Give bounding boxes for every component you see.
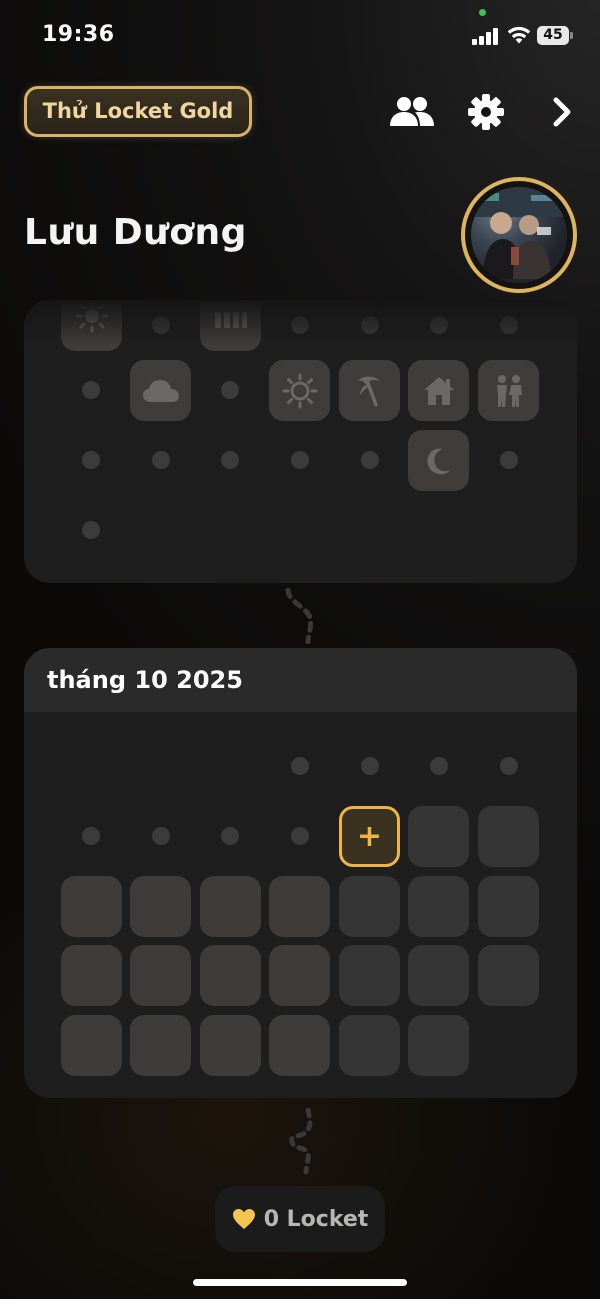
- day-cell-palm[interactable]: [339, 360, 400, 421]
- day-cell[interactable]: [408, 806, 469, 867]
- empty-day-dot: [221, 827, 239, 845]
- cloud-icon: [142, 379, 179, 402]
- empty-day-dot: [152, 451, 170, 469]
- empty-day-dot: [291, 827, 309, 845]
- empty-day-dot: [430, 757, 448, 775]
- user-name: Lưu Dương: [24, 212, 247, 253]
- empty-day-dot: [82, 827, 100, 845]
- day-cell[interactable]: [269, 1015, 330, 1076]
- chevron-right-icon[interactable]: [538, 90, 586, 134]
- heart-icon: [232, 1209, 255, 1229]
- month-title: tháng 10 2025: [47, 666, 243, 694]
- current-month-card: tháng 10 2025 +: [24, 648, 577, 1098]
- empty-day-dot: [361, 451, 379, 469]
- card-top-fade: [24, 300, 577, 346]
- empty-day-dot: [221, 381, 239, 399]
- day-cell[interactable]: [339, 945, 400, 1006]
- day-cell[interactable]: [269, 876, 330, 937]
- locket-count-button[interactable]: 0 Locket: [215, 1186, 385, 1252]
- battery-tip: [570, 32, 573, 39]
- screen: 19:36 45 Thử Locket Gold Lưu Dương tháng…: [0, 0, 600, 1299]
- empty-day-dot: [221, 451, 239, 469]
- empty-day-dot: [82, 451, 100, 469]
- day-cell[interactable]: [478, 806, 539, 867]
- empty-day-dot: [361, 757, 379, 775]
- privacy-indicator-dot: [479, 9, 486, 16]
- day-cell[interactable]: [61, 1015, 122, 1076]
- day-cell-home[interactable]: [408, 360, 469, 421]
- empty-day-dot: [152, 827, 170, 845]
- sun-icon: [282, 373, 317, 408]
- signal-icon: [472, 27, 502, 45]
- locket-count-label: 0 Locket: [263, 1206, 369, 1232]
- footsteps-trail: [285, 588, 314, 644]
- try-locket-gold-button[interactable]: Thử Locket Gold: [24, 86, 252, 137]
- day-cell[interactable]: [408, 876, 469, 937]
- day-cell[interactable]: [200, 945, 261, 1006]
- settings-gear-icon[interactable]: [462, 90, 510, 134]
- avatar-photo: [471, 187, 567, 283]
- avatar[interactable]: [461, 177, 577, 293]
- home-indicator[interactable]: [193, 1279, 407, 1286]
- month-header: tháng 10 2025: [24, 648, 577, 712]
- day-cell[interactable]: [200, 1015, 261, 1076]
- day-cell[interactable]: [130, 876, 191, 937]
- day-cell[interactable]: [478, 876, 539, 937]
- status-time: 19:36: [42, 22, 115, 47]
- empty-day-dot: [291, 451, 309, 469]
- day-cell-sun[interactable]: [269, 360, 330, 421]
- couple-icon: [496, 374, 522, 407]
- day-cell[interactable]: [478, 945, 539, 1006]
- add-locket-today-button[interactable]: +: [339, 806, 400, 867]
- day-cell[interactable]: [130, 945, 191, 1006]
- day-cell[interactable]: [61, 945, 122, 1006]
- footsteps-trail: [289, 1108, 313, 1174]
- day-cell[interactable]: [130, 1015, 191, 1076]
- day-cell-moon[interactable]: [408, 430, 469, 491]
- friends-icon[interactable]: [388, 90, 436, 134]
- empty-day-dot: [500, 757, 518, 775]
- palm-tree-icon: [357, 376, 380, 407]
- battery-icon: 45: [537, 26, 569, 45]
- day-cell[interactable]: [200, 876, 261, 937]
- empty-day-dot: [82, 521, 100, 539]
- day-cell-couple[interactable]: [478, 360, 539, 421]
- home-icon: [423, 376, 454, 405]
- day-cell[interactable]: [408, 945, 469, 1006]
- day-cell[interactable]: [339, 1015, 400, 1076]
- empty-day-dot: [82, 381, 100, 399]
- day-cell[interactable]: [269, 945, 330, 1006]
- day-cell[interactable]: [339, 876, 400, 937]
- day-cell[interactable]: [61, 876, 122, 937]
- empty-day-dot: [291, 757, 309, 775]
- moon-icon: [427, 448, 450, 474]
- empty-day-dot: [500, 451, 518, 469]
- day-cell-cloud[interactable]: [130, 360, 191, 421]
- previous-month-card: [24, 300, 577, 583]
- wifi-icon: [507, 26, 531, 44]
- day-cell[interactable]: [408, 1015, 469, 1076]
